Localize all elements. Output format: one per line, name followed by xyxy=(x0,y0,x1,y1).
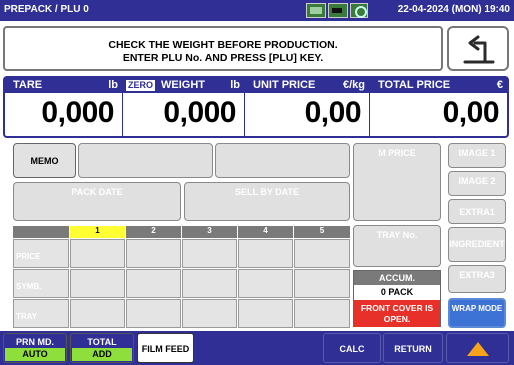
sell-by-date-button[interactable]: SELL BY DATE xyxy=(184,182,350,221)
total-price-display: TOTAL PRICE € 0,00 xyxy=(370,78,507,136)
status-bar: PREPACK / PLU 0 22-04-2024 (MON) 19:40 xyxy=(0,0,514,21)
image-2-button[interactable]: IMAGE 2 xyxy=(448,171,506,196)
column-header-3[interactable]: 3 xyxy=(182,226,237,238)
sell-by-date-label: SELL BY DATE xyxy=(234,187,299,197)
m-price-label: M PRICE xyxy=(378,148,416,158)
grid-cell[interactable] xyxy=(70,269,125,298)
datetime: 22-04-2024 (MON) 19:40 xyxy=(397,4,510,15)
wrap-mode-label: WRAP MODE xyxy=(451,304,503,313)
total-price-value: 0,00 xyxy=(442,96,500,129)
tare-value: 0,000 xyxy=(41,96,114,129)
battery-icon xyxy=(328,3,348,18)
total-mode-value: ADD xyxy=(72,348,132,361)
grid-cell[interactable] xyxy=(70,299,125,328)
unit-price-display: UNIT PRICE €/kg 0,00 xyxy=(245,78,369,136)
memo-label: MEMO xyxy=(30,156,59,166)
image-2-label: IMAGE 2 xyxy=(458,176,496,186)
scroll-up-button[interactable] xyxy=(446,333,509,363)
weight-display: ZERO WEIGHT lb 0,000 xyxy=(123,78,244,136)
grid-cell[interactable] xyxy=(182,269,237,298)
weight-unit: lb xyxy=(230,79,240,91)
grid-cell[interactable] xyxy=(294,269,350,298)
column-header-5[interactable]: 5 xyxy=(294,226,350,238)
network-icon xyxy=(350,3,368,18)
column-header-1[interactable]: 1 xyxy=(70,226,125,238)
grid-corner xyxy=(13,226,69,238)
back-button[interactable] xyxy=(447,26,509,71)
grid-cell[interactable] xyxy=(238,299,293,328)
zero-badge: ZERO xyxy=(125,79,157,92)
film-feed-button[interactable]: FILM FEED xyxy=(137,333,194,363)
grid-cell[interactable] xyxy=(238,269,293,298)
grid-cell[interactable] xyxy=(294,239,350,268)
unit-price-unit: €/kg xyxy=(342,79,365,91)
grid-cell[interactable] xyxy=(182,239,237,268)
weight-value: 0,000 xyxy=(163,96,236,129)
image-1-label: IMAGE 1 xyxy=(458,148,496,158)
ingredient-label: INGREDIENT xyxy=(449,239,505,249)
column-header-2[interactable]: 2 xyxy=(126,226,181,238)
column-header-4[interactable]: 4 xyxy=(238,226,293,238)
m-price-button[interactable]: M PRICE xyxy=(353,143,441,221)
front-cover-warning: FRONT COVER IS OPEN. xyxy=(354,300,440,327)
wrap-mode-button[interactable]: WRAP MODE xyxy=(448,298,506,328)
calc-label: CALC xyxy=(339,344,365,354)
back-arrow-icon xyxy=(463,35,495,64)
grid-cell[interactable] xyxy=(70,239,125,268)
extra-3-label: EXTRA3 xyxy=(459,270,495,280)
unit-price-value: 0,00 xyxy=(304,96,362,129)
grid-cell[interactable] xyxy=(294,299,350,328)
weighing-display: TARE lb 0,000 ZERO WEIGHT lb 0,000 UNIT P… xyxy=(3,76,509,138)
weight-label: WEIGHT xyxy=(161,79,205,91)
extra-1-label: EXTRA1 xyxy=(459,207,495,217)
screen-icon xyxy=(306,3,326,18)
grid-cell[interactable] xyxy=(238,239,293,268)
total-price-label: TOTAL PRICE xyxy=(378,79,451,91)
tare-label: TARE xyxy=(13,79,43,91)
tray-no-label: TRAY No. xyxy=(376,230,418,240)
total-mode-button[interactable]: TOTAL ADD xyxy=(70,333,134,363)
pack-date-label: PACK DATE xyxy=(71,187,123,197)
tare-display: TARE lb 0,000 xyxy=(5,78,122,136)
message-line-1: CHECK THE WEIGHT BEFORE PRODUCTION. xyxy=(108,39,338,51)
unit-price-label: UNIT PRICE xyxy=(253,79,316,91)
row-label-symb: SYMB. xyxy=(16,282,42,291)
film-feed-label: FILM FEED xyxy=(141,344,190,354)
grid-cell[interactable] xyxy=(126,299,181,328)
accumulation-panel: ACCUM. 0 PACK FRONT COVER IS OPEN. xyxy=(353,270,441,327)
up-arrow-icon xyxy=(467,342,489,356)
accum-count: 0 PACK xyxy=(354,285,440,300)
print-mode-button[interactable]: PRN MD. AUTO xyxy=(3,333,67,363)
tray-no-button[interactable]: TRAY No. xyxy=(353,225,441,267)
return-button[interactable]: RETURN xyxy=(383,333,443,363)
return-label: RETURN xyxy=(394,344,432,354)
grid-cell[interactable] xyxy=(126,239,181,268)
image-1-button[interactable]: IMAGE 1 xyxy=(448,143,506,168)
grid-cell[interactable] xyxy=(182,299,237,328)
tare-unit: lb xyxy=(108,79,118,91)
instruction-message: CHECK THE WEIGHT BEFORE PRODUCTION. ENTE… xyxy=(3,26,443,71)
memo-button[interactable]: MEMO xyxy=(13,143,76,178)
pack-date-button[interactable]: PACK DATE xyxy=(13,182,181,221)
print-mode-value: AUTO xyxy=(5,348,65,361)
accum-label: ACCUM. xyxy=(354,271,440,285)
grid-cell[interactable] xyxy=(126,269,181,298)
extra-3-button[interactable]: EXTRA3 xyxy=(448,265,506,293)
blank-key-1[interactable] xyxy=(78,143,213,178)
extra-1-button[interactable]: EXTRA1 xyxy=(448,199,506,224)
message-line-2: ENTER PLU No. AND PRESS [PLU] KEY. xyxy=(122,52,324,64)
blank-key-2[interactable] xyxy=(215,143,350,178)
row-label-price: PRICE xyxy=(16,252,41,261)
ingredient-button[interactable]: INGREDIENT xyxy=(448,227,506,262)
calc-button[interactable]: CALC xyxy=(323,333,381,363)
screen-title: PREPACK / PLU 0 xyxy=(4,4,89,15)
row-label-tray: TRAY xyxy=(16,312,38,321)
total-price-unit: € xyxy=(496,79,503,91)
